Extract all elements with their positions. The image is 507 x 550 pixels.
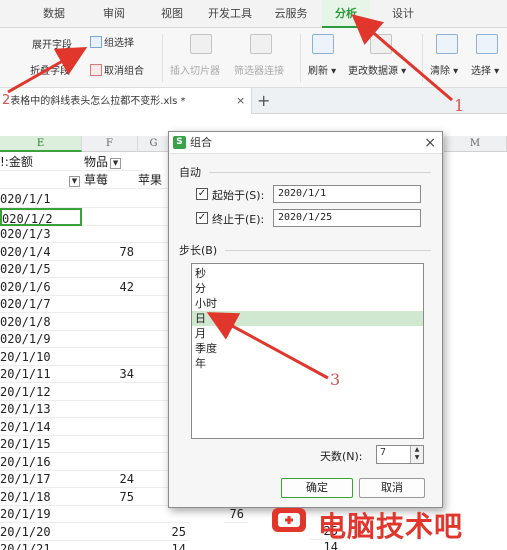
watermark-logo-icon	[272, 508, 306, 532]
arrow-to-group-selection	[7, 47, 88, 94]
arrow-to-analyze-tab	[351, 14, 453, 102]
annotation-number-3: 3	[330, 370, 341, 389]
annotation-number-1: 1	[454, 96, 465, 115]
watermark-text: 电脑技术吧	[318, 510, 464, 543]
arrow-to-day-option	[206, 312, 329, 380]
watermark: 电脑技术吧	[268, 502, 504, 543]
annotation-arrows	[7, 14, 453, 380]
